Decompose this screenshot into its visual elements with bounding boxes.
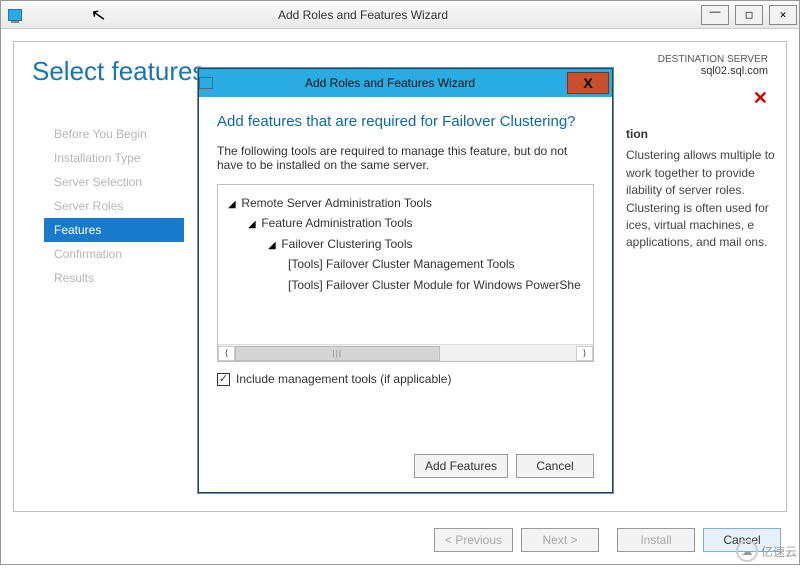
scroll-track[interactable]: ||| bbox=[235, 346, 576, 361]
dialog-question: Add features that are required for Failo… bbox=[217, 113, 594, 130]
expander-icon[interactable]: ◢ bbox=[268, 237, 278, 254]
sidebar-item-server-selection[interactable]: Server Selection bbox=[44, 170, 184, 194]
horizontal-scrollbar[interactable]: ⟨ ||| ⟩ bbox=[218, 344, 593, 361]
dialog-titlebar: Add Roles and Features Wizard X bbox=[199, 69, 612, 97]
tree-leaf[interactable]: [Tools] Failover Cluster Module for Wind… bbox=[288, 275, 587, 295]
server-manager-icon bbox=[1, 1, 29, 29]
close-button[interactable]: ✕ bbox=[769, 5, 797, 25]
watermark-text: 亿速云 bbox=[761, 543, 797, 560]
maximize-button[interactable]: □ bbox=[735, 5, 763, 25]
server-manager-icon bbox=[199, 77, 213, 89]
dialog-explain-text: The following tools are required to mana… bbox=[217, 144, 594, 172]
tree-leaf[interactable]: [Tools] Failover Cluster Management Tool… bbox=[288, 254, 587, 274]
dialog-cancel-button[interactable]: Cancel bbox=[516, 454, 594, 478]
minimize-button[interactable]: — bbox=[701, 5, 729, 25]
watermark-icon: ☁ bbox=[736, 540, 758, 562]
scroll-left-arrow[interactable]: ⟨ bbox=[218, 346, 235, 361]
previous-button[interactable]: < Previous bbox=[434, 528, 513, 552]
include-tools-row[interactable]: ✓ Include management tools (if applicabl… bbox=[217, 372, 594, 386]
sidebar-item-results[interactable]: Results bbox=[44, 266, 184, 290]
dialog-body: Add features that are required for Failo… bbox=[199, 97, 612, 398]
install-button[interactable]: Install bbox=[617, 528, 695, 552]
scroll-thumb[interactable]: ||| bbox=[235, 346, 440, 361]
sidebar-item-installation-type[interactable]: Installation Type bbox=[44, 146, 184, 170]
sidebar-item-confirmation[interactable]: Confirmation bbox=[44, 242, 184, 266]
window-title: Add Roles and Features Wizard bbox=[29, 8, 697, 22]
tree-node[interactable]: ◢ Failover Clustering Tools bbox=[268, 234, 587, 254]
destination-server-block: DESTINATION SERVER sql02.sql.com bbox=[658, 54, 768, 77]
wizard-steps-sidebar: Before You Begin Installation Type Serve… bbox=[44, 122, 184, 290]
include-tools-checkbox[interactable]: ✓ bbox=[217, 373, 230, 386]
description-body: Clustering allows multiple to work toget… bbox=[626, 147, 781, 251]
destination-label: DESTINATION SERVER bbox=[658, 54, 768, 65]
expander-icon[interactable]: ◢ bbox=[248, 216, 258, 233]
next-button[interactable]: Next > bbox=[521, 528, 599, 552]
error-close-icon[interactable]: ✕ bbox=[753, 88, 768, 109]
required-features-tree: ◢ Remote Server Administration Tools ◢ F… bbox=[217, 184, 594, 362]
tree-node[interactable]: ◢ Remote Server Administration Tools bbox=[228, 193, 587, 213]
wizard-footer-buttons: < Previous Next > Install Cancel bbox=[434, 528, 781, 552]
dialog-close-button[interactable]: X bbox=[567, 72, 609, 94]
expander-icon[interactable]: ◢ bbox=[228, 196, 238, 213]
sidebar-item-features[interactable]: Features bbox=[44, 218, 184, 242]
scroll-right-arrow[interactable]: ⟩ bbox=[576, 346, 593, 361]
watermark: ☁ 亿速云 bbox=[736, 540, 797, 562]
destination-server: sql02.sql.com bbox=[658, 65, 768, 77]
include-tools-label: Include management tools (if applicable) bbox=[236, 372, 451, 386]
dialog-title: Add Roles and Features Wizard bbox=[213, 76, 567, 90]
sidebar-item-before-you-begin[interactable]: Before You Begin bbox=[44, 122, 184, 146]
tree-node[interactable]: ◢ Feature Administration Tools bbox=[248, 213, 587, 233]
add-features-button[interactable]: Add Features bbox=[414, 454, 508, 478]
titlebar: Add Roles and Features Wizard — □ ✕ bbox=[1, 1, 799, 29]
sidebar-item-server-roles[interactable]: Server Roles bbox=[44, 194, 184, 218]
feature-description-panel: tion Clustering allows multiple to work … bbox=[626, 126, 781, 252]
dialog-footer-buttons: Add Features Cancel bbox=[414, 454, 594, 478]
page-title: Select features bbox=[32, 56, 205, 87]
description-heading: tion bbox=[626, 126, 781, 143]
add-features-dialog: Add Roles and Features Wizard X Add feat… bbox=[198, 68, 613, 493]
